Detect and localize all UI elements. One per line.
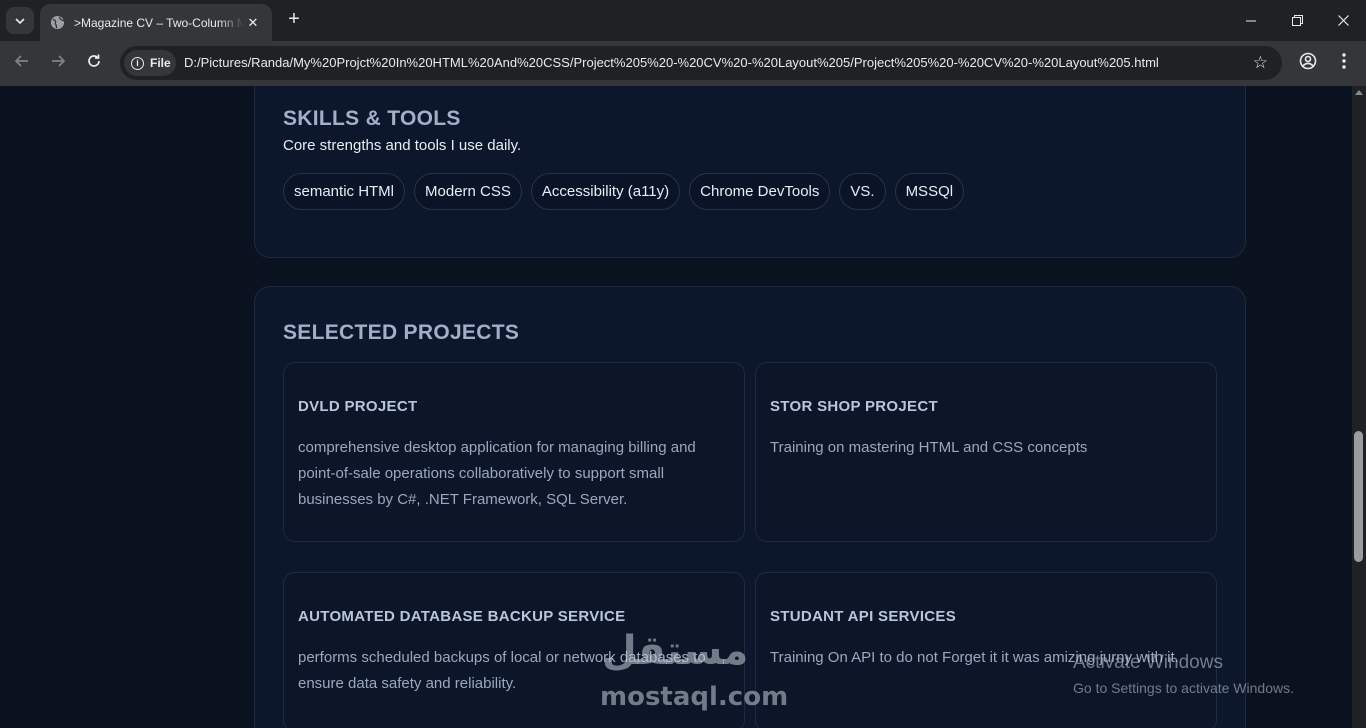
profile-icon (1299, 52, 1317, 75)
profile-button[interactable] (1294, 49, 1322, 77)
arrow-right-icon (50, 53, 66, 74)
projects-title: SELECTED PROJECTS (283, 321, 520, 344)
info-icon: i (131, 56, 144, 70)
url-text[interactable]: D:/Pictures/Randa/My%20Projct%20In%20HTM… (184, 55, 1159, 70)
skill-pill: Modern CSS (414, 173, 522, 210)
project-title: STUDANT API SERVICES (770, 608, 957, 625)
project-card: AUTOMATED DATABASE BACKUP SERVICE perfor… (283, 572, 745, 728)
project-title: DVLD PROJECT (298, 398, 418, 415)
restore-button[interactable] (1274, 0, 1320, 41)
project-description: Training on mastering HTML and CSS conce… (770, 439, 1088, 456)
tab-strip: >Magazine CV – Two-Column Magazine ✕ + (0, 0, 1366, 41)
skill-pill: MSSQl (894, 173, 965, 210)
bookmark-star-icon[interactable]: ☆ (1253, 54, 1268, 72)
address-bar[interactable]: i File D:/Pictures/Randa/My%20Projct%20I… (120, 46, 1282, 80)
project-description: Training On API to do not Forget it it w… (770, 649, 1179, 666)
forward-button[interactable] (44, 49, 72, 77)
scrollbar-thumb[interactable] (1354, 431, 1363, 562)
arrow-left-icon (14, 53, 30, 74)
reload-icon (86, 53, 102, 74)
page-viewport: SKILLS & TOOLS Core strengths and tools … (0, 86, 1352, 728)
back-button[interactable] (8, 49, 36, 77)
close-window-button[interactable] (1320, 0, 1366, 41)
globe-icon (50, 15, 65, 30)
browser-tab-active[interactable]: >Magazine CV – Two-Column Magazine ✕ (40, 4, 272, 41)
new-tab-button[interactable]: + (282, 8, 306, 32)
kebab-menu-icon (1342, 52, 1346, 74)
scrollbar-track[interactable] (1352, 86, 1366, 728)
skill-pill: VS. (839, 173, 886, 210)
skills-description: Core strengths and tools I use daily. (283, 137, 522, 154)
site-info-label: File (150, 56, 171, 70)
skills-list: semantic HTMl Modern CSS Accessibility (… (283, 173, 965, 210)
project-description: performs scheduled backups of local or n… (298, 649, 706, 692)
projects-section: SELECTED PROJECTS DVLD PROJECT comprehen… (254, 286, 1246, 728)
project-title: STOR SHOP PROJECT (770, 398, 938, 415)
skill-pill: Accessibility (a11y) (530, 173, 681, 210)
project-card: DVLD PROJECT comprehensive desktop appli… (283, 362, 745, 542)
project-card: STOR SHOP PROJECT Training on mastering … (755, 362, 1217, 542)
skills-section: SKILLS & TOOLS Core strengths and tools … (254, 86, 1246, 258)
tab-search-button[interactable] (6, 7, 34, 34)
skills-title: SKILLS & TOOLS (283, 107, 461, 130)
skill-pill: semantic HTMl (283, 173, 406, 210)
chevron-down-icon (15, 15, 25, 27)
site-info-chip[interactable]: i File (124, 50, 176, 76)
browser-toolbar: i File D:/Pictures/Randa/My%20Projct%20I… (0, 41, 1366, 86)
project-description: comprehensive desktop application for ma… (298, 439, 696, 508)
project-card: STUDANT API SERVICES Training On API to … (755, 572, 1217, 728)
minimize-button[interactable] (1228, 0, 1274, 41)
project-title: AUTOMATED DATABASE BACKUP SERVICE (298, 608, 626, 625)
tab-title: >Magazine CV – Two-Column Magazine (74, 15, 244, 30)
tab-close-icon[interactable]: ✕ (244, 15, 262, 31)
reload-button[interactable] (80, 49, 108, 77)
skill-pill: Chrome DevTools (689, 173, 831, 210)
menu-button[interactable] (1330, 49, 1358, 77)
scroll-up-arrow-icon[interactable] (1355, 90, 1363, 95)
